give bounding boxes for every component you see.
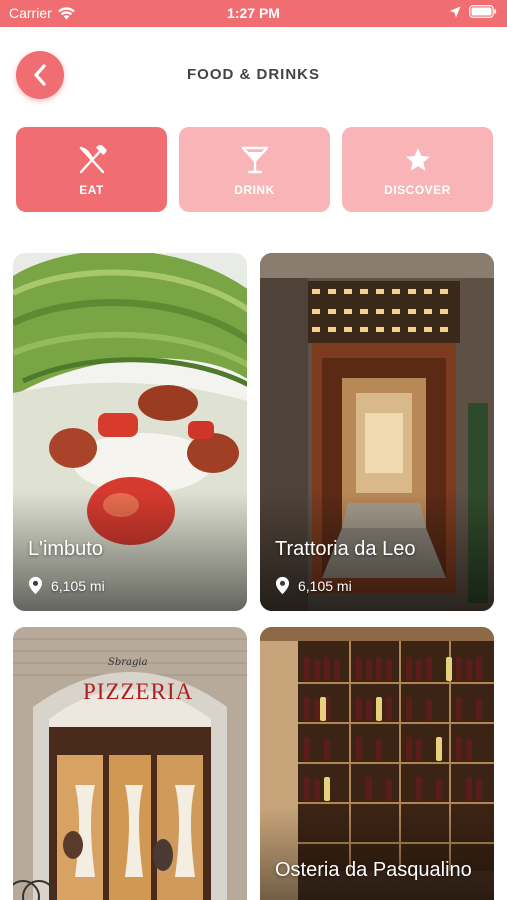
place-name: Trattoria da Leo — [275, 538, 416, 560]
tab-discover[interactable]: DISCOVER — [342, 127, 493, 212]
tab-drink[interactable]: DRINK — [179, 127, 330, 212]
place-card-limbuto[interactable]: L'imbuto 6,105 mi — [13, 253, 247, 611]
battery-icon — [469, 5, 497, 18]
place-distance: 6,105 mi — [298, 577, 352, 594]
tab-drink-label: DRINK — [234, 182, 275, 197]
tab-eat[interactable]: EAT — [16, 127, 167, 212]
status-right — [449, 5, 497, 18]
place-name: Osteria da Pasqualino — [275, 859, 472, 881]
status-time: 1:27 PM — [227, 5, 280, 21]
place-distance-row: 6,105 mi — [28, 576, 105, 595]
page-title: FOOD & DRINKS — [187, 66, 320, 83]
place-name: L'imbuto — [28, 538, 103, 560]
star-icon — [405, 147, 430, 171]
fork-knife-icon — [79, 144, 107, 173]
cocktail-icon — [241, 146, 268, 173]
location-arrow-icon — [449, 6, 461, 17]
map-pin-icon — [28, 576, 43, 595]
status-bar: Carrier 1:27 PM — [0, 0, 507, 27]
place-distance: 6,105 mi — [51, 577, 105, 594]
place-distance-row: 6,105 mi — [275, 576, 352, 595]
place-card-pizzeria[interactable]: Sbragia PIZZERIA — [13, 627, 247, 900]
place-card-trattoria-da-leo[interactable]: Trattoria da Leo 6,105 mi — [260, 253, 494, 611]
pizzeria-sign-small: Sbragia — [108, 657, 148, 668]
pizzeria-sign: PIZZERIA — [83, 679, 194, 704]
tab-discover-label: DISCOVER — [384, 182, 451, 197]
tab-eat-label: EAT — [79, 182, 104, 197]
map-pin-icon — [275, 576, 290, 595]
place-card-osteria-da-pasqualino[interactable]: Osteria da Pasqualino — [260, 627, 494, 900]
